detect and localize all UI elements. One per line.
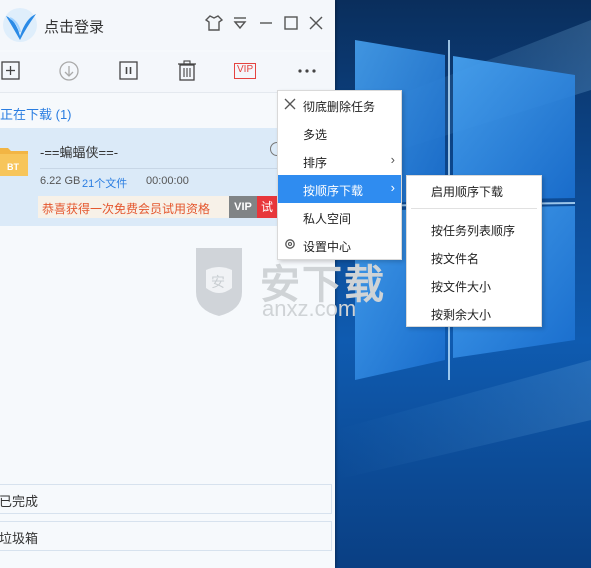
menu-item-delete-task[interactable]: 彻底删除任务 bbox=[278, 91, 401, 119]
submenu-item-label: 按文件名 bbox=[431, 252, 480, 266]
task-size: 6.22 GB bbox=[40, 175, 81, 187]
submenu-separator bbox=[411, 208, 537, 209]
task-remaining-time: 00:00:00 bbox=[146, 175, 189, 187]
menu-item-label: 私人空间 bbox=[303, 212, 352, 226]
vip-icon-label: VIP bbox=[237, 64, 254, 75]
vip-icon[interactable]: VIP bbox=[234, 60, 258, 82]
delete-icon[interactable] bbox=[175, 60, 199, 82]
watermark-text-en: anxz.com bbox=[262, 296, 357, 321]
menu-item-label: 排序 bbox=[303, 156, 328, 170]
maximize-icon[interactable] bbox=[282, 14, 300, 32]
task-file-count-link[interactable]: 21个文件 bbox=[82, 175, 127, 191]
completed-label: 已完成 bbox=[0, 494, 39, 509]
downloading-section-title[interactable]: 正在下载 (1) bbox=[0, 104, 72, 123]
submenu-item-enable-sequential[interactable]: 启用顺序下载 bbox=[407, 176, 541, 204]
watermark-shield-icon: 安 bbox=[196, 248, 242, 316]
menu-item-sequential-download[interactable]: 按顺序下载 › bbox=[278, 175, 401, 203]
trash-label: 垃圾箱 bbox=[0, 531, 39, 546]
bt-folder-icon: BT bbox=[0, 148, 28, 176]
task-name: -==蝙蝠侠==- bbox=[40, 145, 119, 160]
menu-dropdown-icon[interactable] bbox=[231, 14, 249, 32]
submenu-item-by-task-order[interactable]: 按任务列表顺序 bbox=[407, 215, 541, 243]
submenu-item-label: 启用顺序下载 bbox=[431, 185, 504, 199]
submenu-item-by-file-name[interactable]: 按文件名 bbox=[407, 243, 541, 271]
submenu-item-by-file-size[interactable]: 按文件大小 bbox=[407, 271, 541, 299]
login-link[interactable]: 点击登录 bbox=[44, 16, 104, 37]
menu-item-sort[interactable]: 排序 › bbox=[278, 147, 401, 175]
menu-item-multi-select[interactable]: 多选 bbox=[278, 119, 401, 147]
promo-text: 恭喜获得一次免费会员试用资格 bbox=[42, 202, 211, 216]
sidebar-item-completed[interactable]: 已完成 bbox=[0, 484, 332, 514]
context-menu: 彻底删除任务 多选 排序 › 按顺序下载 › 私人空间 设置中心 bbox=[277, 90, 402, 260]
menu-item-label: 彻底删除任务 bbox=[303, 100, 376, 114]
promo-vip-badge: VIP bbox=[229, 196, 257, 218]
menu-item-label: 按顺序下载 bbox=[303, 184, 364, 198]
menu-item-private-space[interactable]: 私人空间 bbox=[278, 203, 401, 231]
toolbar: VIP bbox=[0, 52, 335, 93]
gear-icon bbox=[285, 239, 295, 249]
close-icon[interactable] bbox=[307, 14, 325, 32]
close-icon bbox=[284, 98, 296, 110]
chevron-right-icon: › bbox=[390, 152, 395, 167]
title-bar: 点击登录 bbox=[0, 0, 335, 50]
sidebar-item-trash[interactable]: 垃圾箱 bbox=[0, 521, 332, 551]
submenu-item-by-remaining-size[interactable]: 按剩余大小 bbox=[407, 299, 541, 327]
bt-badge-label: BT bbox=[7, 162, 19, 172]
pause-icon[interactable] bbox=[117, 60, 141, 82]
submenu-item-label: 按任务列表顺序 bbox=[431, 224, 516, 238]
more-options-icon[interactable] bbox=[295, 60, 319, 82]
skin-icon[interactable] bbox=[205, 14, 223, 32]
menu-item-label: 设置中心 bbox=[303, 240, 352, 254]
chevron-right-icon: › bbox=[390, 180, 395, 195]
minimize-icon[interactable] bbox=[257, 14, 275, 32]
sequential-download-submenu: 启用顺序下载 按任务列表顺序 按文件名 按文件大小 按剩余大小 bbox=[406, 175, 542, 327]
submenu-item-label: 按文件大小 bbox=[431, 280, 492, 294]
watermark-shield-char: 安 bbox=[211, 275, 225, 291]
new-task-icon[interactable] bbox=[0, 60, 24, 82]
app-logo-icon bbox=[3, 8, 37, 42]
start-download-icon[interactable] bbox=[57, 60, 81, 82]
submenu-item-label: 按剩余大小 bbox=[431, 308, 492, 322]
menu-item-label: 多选 bbox=[303, 128, 328, 142]
menu-item-settings[interactable]: 设置中心 bbox=[278, 231, 401, 259]
